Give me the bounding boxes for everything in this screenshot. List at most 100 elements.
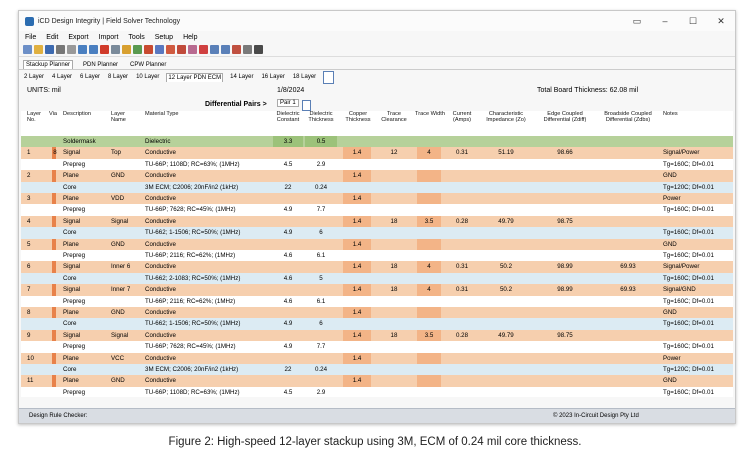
cell-cu[interactable]: 1.4: [343, 329, 371, 342]
open-icon[interactable]: [34, 45, 43, 54]
cell-dthick[interactable]: 2.9: [305, 159, 337, 170]
maximize-button[interactable]: ☐: [679, 16, 707, 27]
cell-width[interactable]: [417, 170, 441, 182]
cell-clear[interactable]: [377, 159, 411, 170]
impedance-icon[interactable]: [188, 45, 197, 54]
table-row[interactable]: 5 Plane GND Conductive 1.4 GND: [21, 238, 733, 250]
redo-icon[interactable]: [89, 45, 98, 54]
cell-width[interactable]: 3.5: [417, 215, 441, 228]
menu-import[interactable]: Import: [99, 34, 119, 41]
cell-zdbs[interactable]: [597, 170, 659, 181]
cell-via[interactable]: [49, 193, 61, 204]
cell-material[interactable]: Conductive: [145, 375, 271, 386]
cell-clear[interactable]: [377, 273, 411, 284]
snap-icon[interactable]: ▭: [623, 16, 651, 27]
cell-zdiff[interactable]: [535, 227, 595, 238]
cell-material[interactable]: Conductive: [145, 330, 271, 341]
cell-desc[interactable]: Signal: [63, 330, 109, 341]
cell-dthick[interactable]: [305, 261, 337, 272]
cell-width[interactable]: [415, 136, 445, 147]
cell-material[interactable]: TU-66P; 1108D; RC=63%; (1MHz): [145, 387, 271, 397]
cell-width[interactable]: [415, 364, 445, 375]
cell-dthick[interactable]: 7.7: [305, 204, 337, 215]
cell-desc[interactable]: Prepreg: [63, 159, 109, 170]
cell-name[interactable]: Inner 6: [111, 261, 143, 272]
cell-desc[interactable]: Plane: [63, 307, 109, 318]
menu-help[interactable]: Help: [183, 34, 197, 41]
table-row[interactable]: Prepreg TU-66P; 7628; RC=45%; (1MHz) 4.9 7.…: [21, 341, 733, 353]
cell-zdiff[interactable]: [535, 307, 595, 318]
cell-zdiff[interactable]: 98.99: [535, 261, 595, 272]
cell-material[interactable]: Conductive: [145, 261, 271, 272]
cell-current[interactable]: 0.31: [447, 261, 477, 272]
cell-dk[interactable]: 22: [273, 364, 303, 375]
cell-dk[interactable]: [273, 216, 303, 227]
cell-width[interactable]: [417, 193, 441, 205]
cell-dk[interactable]: 4.5: [273, 387, 303, 397]
cell-cu[interactable]: [341, 182, 375, 193]
cell-name[interactable]: [111, 250, 143, 261]
cell-notes[interactable]: [663, 216, 733, 227]
crosstalk-icon[interactable]: [232, 45, 241, 54]
cell-dthick[interactable]: 5: [305, 273, 337, 284]
cell-zo[interactable]: [479, 375, 533, 386]
cell-via[interactable]: 8: [49, 147, 61, 158]
cell-material[interactable]: TU-662; 1-1506; RC=50%; (1MHz): [145, 318, 271, 329]
cell-zdiff[interactable]: [535, 318, 595, 329]
cell-clear[interactable]: 18: [377, 216, 411, 227]
cell-clear[interactable]: [377, 296, 411, 307]
cell-via[interactable]: [49, 387, 61, 397]
table-row[interactable]: 2 Plane GND Conductive 1.4 GND: [21, 170, 733, 182]
cell-notes[interactable]: [663, 330, 733, 341]
cell-layer[interactable]: 7: [27, 284, 47, 295]
cell-zdbs[interactable]: [597, 182, 659, 193]
cell-name[interactable]: GND: [111, 307, 143, 318]
cell-name[interactable]: [111, 204, 143, 215]
table-row[interactable]: Core 3M ECM; C2006; 20nF/in2 (1kHz) 22 0.24…: [21, 181, 733, 193]
cell-width[interactable]: [417, 238, 441, 250]
cell-cu[interactable]: [341, 250, 375, 261]
cell-dthick[interactable]: [305, 147, 337, 158]
cell-dk[interactable]: 4.9: [273, 341, 303, 352]
cell-layer[interactable]: [27, 250, 47, 261]
table-row[interactable]: Core TU-662; 1-1506; RC=50%; (1MHz) 4.9 6 Tg…: [21, 227, 733, 239]
cell-layer[interactable]: 8: [27, 307, 47, 318]
cell-dk[interactable]: 22: [273, 182, 303, 193]
cell-width[interactable]: [415, 204, 445, 215]
cell-zdiff[interactable]: 98.99: [535, 284, 595, 295]
table-row[interactable]: Core 3M ECM; C2006; 20nF/in2 (1kHz) 22 0.24…: [21, 364, 733, 376]
cell-dk[interactable]: 3.3: [273, 136, 303, 148]
cell-current[interactable]: 0.28: [447, 330, 477, 341]
cell-notes[interactable]: Tg=160C; Df=0.01: [663, 341, 733, 352]
cell-clear[interactable]: [377, 375, 411, 386]
cell-current[interactable]: [447, 296, 477, 307]
tab-pdn-planner[interactable]: PDN Planner: [81, 61, 120, 69]
cell-dthick[interactable]: 0.24: [305, 364, 337, 375]
cell-zo[interactable]: [479, 273, 533, 284]
cell-layer[interactable]: 1: [27, 147, 47, 158]
cell-dk[interactable]: 4.9: [273, 227, 303, 238]
cell-name[interactable]: Top: [111, 147, 143, 158]
cell-desc[interactable]: Core: [63, 364, 109, 375]
cell-material[interactable]: Conductive: [145, 353, 271, 364]
cell-notes[interactable]: [663, 136, 733, 147]
table-row[interactable]: 9 Signal Signal Conductive 1.4 18 3.5 0.28 49.79…: [21, 329, 733, 342]
cell-clear[interactable]: [377, 341, 411, 352]
cell-layer[interactable]: [27, 273, 47, 284]
cell-name[interactable]: GND: [111, 239, 143, 250]
cell-notes[interactable]: GND: [663, 239, 733, 250]
cell-material[interactable]: Conductive: [145, 170, 271, 181]
cell-current[interactable]: [447, 353, 477, 364]
cell-zdiff[interactable]: [535, 250, 595, 261]
cell-current[interactable]: [447, 341, 477, 352]
cell-clear[interactable]: 18: [377, 261, 411, 272]
tab-2-layer[interactable]: 2 Layer: [23, 73, 45, 81]
cell-clear[interactable]: [377, 227, 411, 238]
cell-via[interactable]: [49, 250, 61, 261]
tab-14-layer[interactable]: 14 Layer: [229, 73, 254, 81]
cell-cu[interactable]: 1.4: [343, 352, 371, 364]
cell-name[interactable]: [111, 341, 143, 352]
cell-cu[interactable]: 1.4: [343, 170, 371, 182]
cell-dthick[interactable]: 6: [305, 318, 337, 329]
cell-current[interactable]: [447, 250, 477, 261]
